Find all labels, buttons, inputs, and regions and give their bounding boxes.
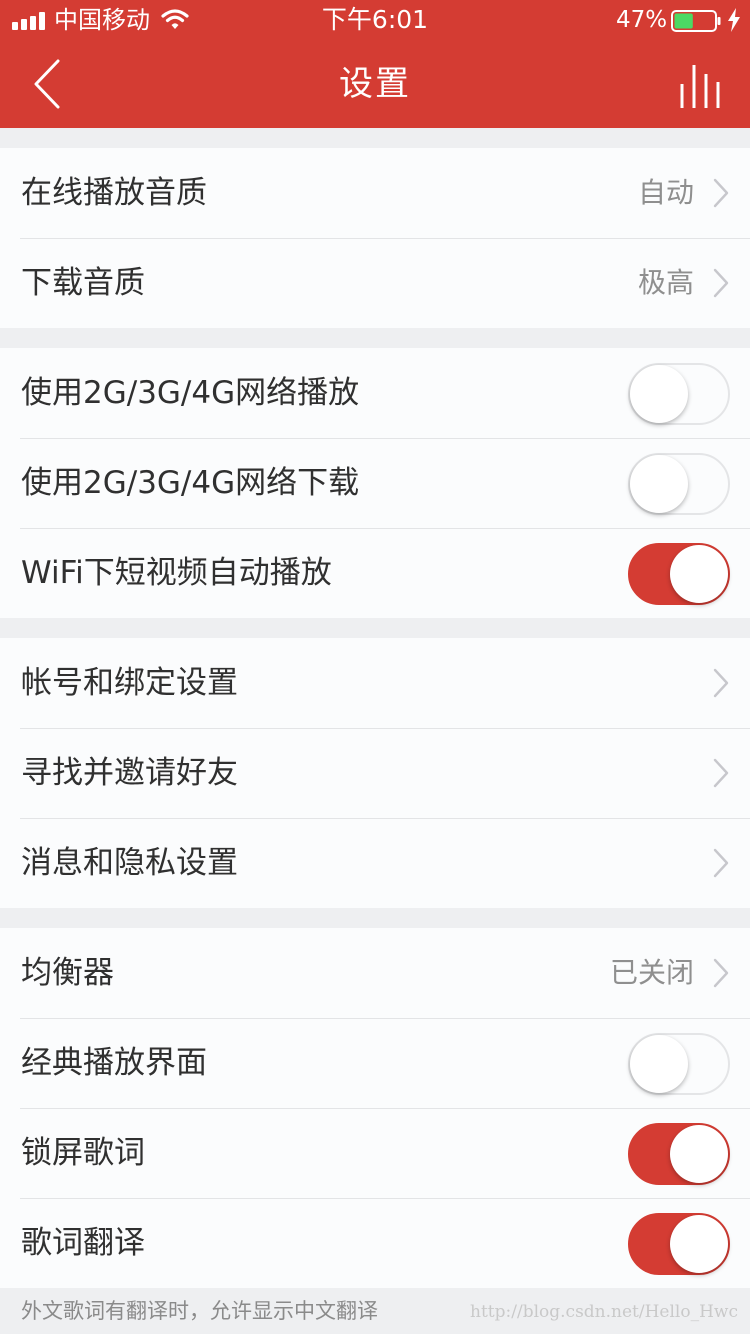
mobile-network-download-toggle[interactable]: [628, 453, 730, 515]
toggle-knob: [630, 1035, 688, 1093]
chevron-right-icon: [713, 958, 729, 988]
chevron-right-icon: [713, 758, 729, 788]
setting-row-classic-player[interactable]: 经典播放界面: [0, 1018, 750, 1108]
mobile-network-play-toggle[interactable]: [628, 363, 730, 425]
lockscreen-lyrics-toggle[interactable]: [628, 1123, 730, 1185]
setting-row-wifi-video-autoplay[interactable]: WiFi下短视频自动播放: [0, 528, 750, 618]
setting-value: 已关闭: [609, 956, 694, 989]
toggle-knob: [670, 1215, 728, 1273]
setting-row-account-binding[interactable]: 帐号和绑定设置: [0, 638, 750, 728]
chevron-right-icon: [713, 268, 729, 298]
setting-label: 帐号和绑定设置: [21, 665, 238, 701]
setting-row-lyric-translation[interactable]: 歌词翻译: [0, 1198, 750, 1288]
toggle-knob: [630, 365, 688, 423]
footer: 外文歌词有翻译时，允许显示中文翻译 http://blog.csdn.net/H…: [0, 1288, 750, 1334]
setting-value: 极高: [637, 266, 694, 299]
setting-value: 自动: [637, 176, 694, 209]
settings-group: 均衡器 已关闭经典播放界面 锁屏歌词歌词翻译: [0, 928, 750, 1288]
setting-label: 均衡器: [21, 955, 114, 991]
status-bar: 中国移动 下午6:01 47%: [0, 0, 750, 40]
watermark: http://blog.csdn.net/Hello_Hwc: [470, 1302, 738, 1322]
setting-label: 锁屏歌词: [21, 1135, 145, 1171]
toggle-knob: [670, 1125, 728, 1183]
app-header: 中国移动 下午6:01 47% 设置: [0, 0, 750, 128]
settings-group: 帐号和绑定设置 寻找并邀请好友 消息和隐私设置: [0, 638, 750, 908]
setting-label: 使用2G/3G/4G网络播放: [21, 375, 360, 411]
settings-group: 使用2G/3G/4G网络播放 使用2G/3G/4G网络下载 WiFi下短视频自动播放: [0, 348, 750, 618]
equalizer-icon[interactable]: [676, 60, 728, 108]
setting-label: WiFi下短视频自动播放: [21, 555, 332, 591]
setting-row-online-quality[interactable]: 在线播放音质 自动: [0, 148, 750, 238]
setting-row-download-quality[interactable]: 下载音质 极高: [0, 238, 750, 328]
setting-row-invite-friends[interactable]: 寻找并邀请好友: [0, 728, 750, 818]
setting-label: 使用2G/3G/4G网络下载: [21, 465, 360, 501]
charging-icon: [728, 8, 740, 32]
setting-label: 消息和隐私设置: [21, 845, 238, 881]
wifi-video-autoplay-toggle[interactable]: [628, 543, 730, 605]
toggle-knob: [630, 455, 688, 513]
setting-row-equalizer[interactable]: 均衡器 已关闭: [0, 928, 750, 1018]
setting-row-mobile-network-download[interactable]: 使用2G/3G/4G网络下载: [0, 438, 750, 528]
chevron-right-icon: [713, 178, 729, 208]
setting-label: 寻找并邀请好友: [21, 755, 238, 791]
setting-row-mobile-network-play[interactable]: 使用2G/3G/4G网络播放: [0, 348, 750, 438]
lyric-translation-note: 外文歌词有翻译时，允许显示中文翻译: [21, 1299, 378, 1323]
setting-row-lockscreen-lyrics[interactable]: 锁屏歌词: [0, 1108, 750, 1198]
setting-label: 下载音质: [21, 265, 145, 301]
chevron-right-icon: [713, 668, 729, 698]
page-title: 设置: [339, 64, 411, 104]
chevron-right-icon: [713, 848, 729, 878]
setting-label: 歌词翻译: [21, 1225, 145, 1261]
setting-row-message-privacy[interactable]: 消息和隐私设置: [0, 818, 750, 908]
battery-icon: [671, 10, 721, 32]
settings-group: 在线播放音质 自动下载音质 极高: [0, 148, 750, 328]
classic-player-toggle[interactable]: [628, 1033, 730, 1095]
setting-label: 在线播放音质: [21, 175, 207, 211]
battery-percentage: 47%: [616, 7, 668, 33]
lyric-translation-toggle[interactable]: [628, 1213, 730, 1275]
setting-label: 经典播放界面: [21, 1045, 207, 1081]
toggle-knob: [670, 545, 728, 603]
